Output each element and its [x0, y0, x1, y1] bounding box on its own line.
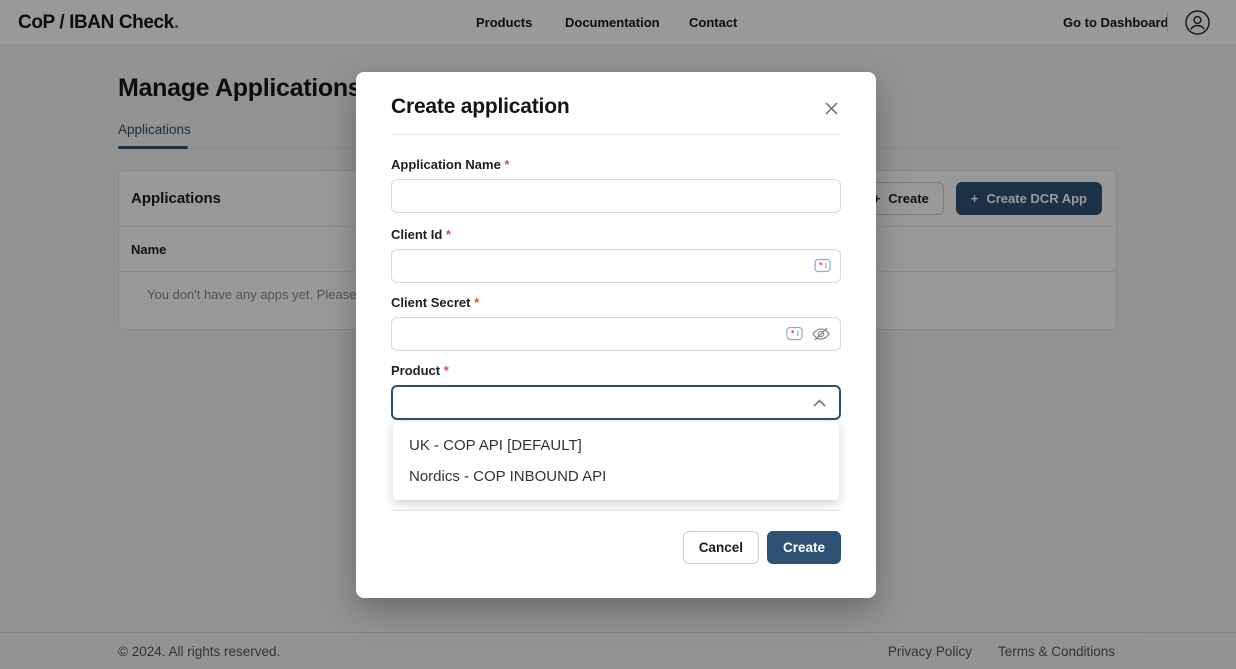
- close-icon[interactable]: [822, 99, 841, 118]
- svg-text:*: *: [819, 261, 823, 271]
- svg-text:*: *: [791, 329, 795, 339]
- autofill-key-icon[interactable]: *: [814, 259, 831, 274]
- product-label: Product *: [391, 363, 841, 378]
- required-asterisk: *: [504, 157, 509, 172]
- client-secret-input[interactable]: [391, 317, 841, 351]
- required-asterisk: *: [444, 363, 449, 378]
- application-name-label: Application Name *: [391, 157, 841, 172]
- required-asterisk: *: [474, 295, 479, 310]
- client-secret-label: Client Secret *: [391, 295, 841, 310]
- product-dropdown: UK - COP API [DEFAULT] Nordics - COP INB…: [393, 422, 839, 500]
- page: CoP / IBAN Check. Products Documentation…: [0, 0, 1236, 669]
- modal-create-button[interactable]: Create: [767, 531, 841, 564]
- create-application-form: Application Name * Client Id * *: [391, 157, 841, 420]
- autofill-key-icon[interactable]: *: [786, 327, 803, 342]
- client-id-label: Client Id *: [391, 227, 841, 242]
- required-asterisk: *: [446, 227, 451, 242]
- product-select[interactable]: UK - COP API [DEFAULT] Nordics - COP INB…: [391, 385, 841, 420]
- modal-title: Create application: [391, 95, 569, 119]
- create-application-modal: Create application Application Name * Cl…: [356, 72, 876, 598]
- modal-header-divider: [391, 134, 841, 135]
- cancel-button[interactable]: Cancel: [683, 531, 759, 564]
- dropdown-option-nordics-cop-inbound-api[interactable]: Nordics - COP INBOUND API: [393, 461, 839, 492]
- dropdown-option-uk-cop-api[interactable]: UK - COP API [DEFAULT]: [393, 430, 839, 461]
- toggle-password-visibility-icon[interactable]: [811, 326, 831, 342]
- modal-footer-divider: [391, 510, 841, 511]
- client-id-input[interactable]: [391, 249, 841, 283]
- chevron-up-icon: [812, 398, 827, 407]
- application-name-input[interactable]: [391, 179, 841, 213]
- modal-buttons: Cancel Create: [391, 531, 841, 564]
